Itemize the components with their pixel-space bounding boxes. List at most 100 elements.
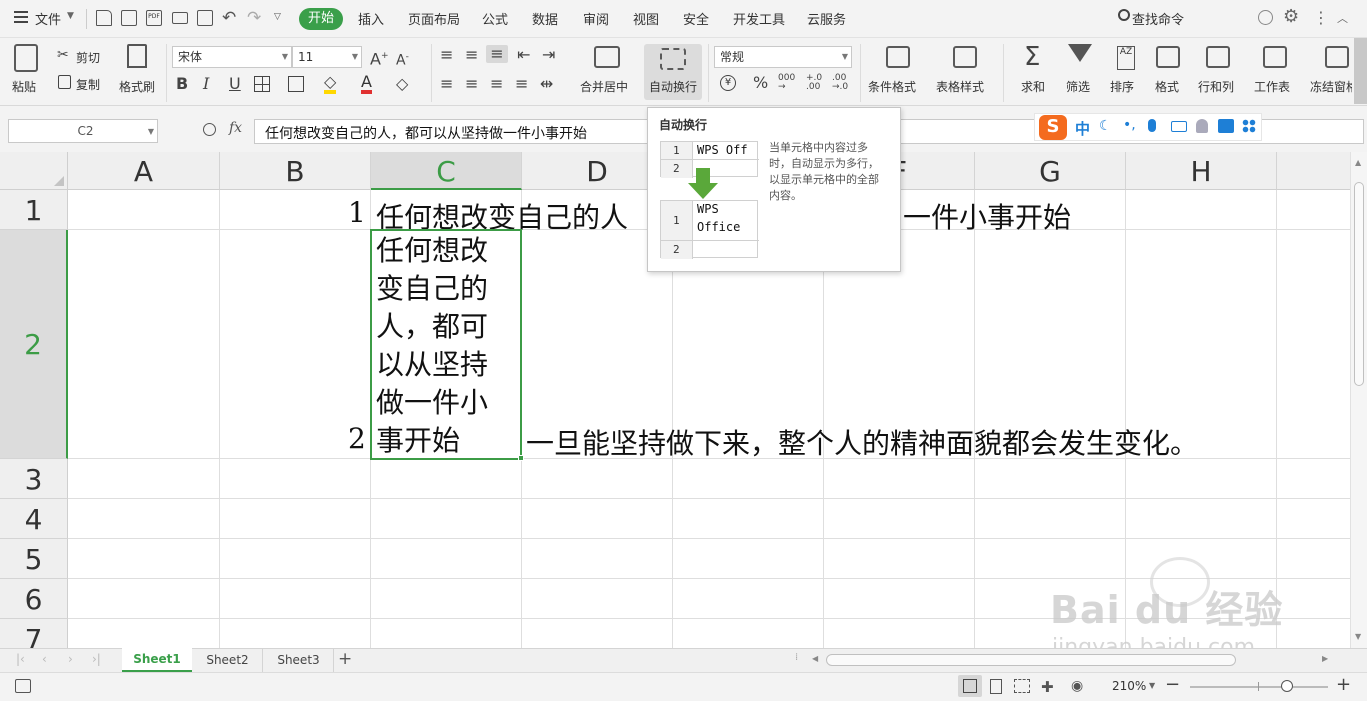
page-break-view-icon[interactable] (1014, 679, 1030, 693)
scroll-down-icon[interactable]: ▼ (1355, 632, 1361, 641)
select-all-corner[interactable] (0, 152, 68, 190)
zoom-formula-icon[interactable] (203, 123, 216, 136)
justify-icon[interactable]: ≡ (515, 75, 528, 93)
more-icon[interactable]: ⋮ (1313, 8, 1329, 27)
print-icon[interactable] (172, 12, 188, 24)
vertical-scrollbar[interactable]: ▲ ▼ (1350, 152, 1367, 648)
tab-insert[interactable]: 插入 (358, 9, 384, 28)
tab-developer[interactable]: 开发工具 (733, 9, 785, 28)
italic-button[interactable]: I (203, 75, 209, 93)
hamburger-icon[interactable] (14, 11, 28, 23)
last-sheet-icon[interactable]: ›| (92, 652, 101, 666)
tab-formulas[interactable]: 公式 (482, 9, 508, 28)
tab-data[interactable]: 数据 (532, 9, 558, 28)
microphone-icon[interactable] (1148, 119, 1156, 132)
paste-button[interactable]: 粘贴 (12, 78, 36, 95)
font-color-icon[interactable]: A (361, 74, 372, 94)
align-left-icon[interactable]: ≡ (440, 75, 453, 93)
eye-protection-icon[interactable]: ◉ (1071, 678, 1083, 694)
column-header-i[interactable] (1277, 152, 1350, 190)
thousands-icon[interactable]: 000 → (778, 74, 795, 92)
currency-icon[interactable]: ¥ (720, 75, 736, 91)
fill-pattern-icon[interactable] (288, 76, 304, 92)
number-format-select[interactable]: 常规 ▼ (714, 46, 852, 68)
column-header-a[interactable]: A (68, 152, 220, 190)
increase-font-icon[interactable]: A+ (370, 47, 389, 68)
row-header-6[interactable]: 6 (0, 579, 68, 619)
row-header-2[interactable]: 2 (0, 230, 68, 459)
search-command[interactable]: 查找命令 (1132, 9, 1184, 28)
open-icon[interactable] (96, 10, 112, 26)
clear-icon[interactable]: ◇ (396, 74, 408, 93)
tab-view[interactable]: 视图 (633, 9, 659, 28)
merge-center-button[interactable]: 合并居中 (580, 78, 628, 95)
paste-icon[interactable] (14, 44, 38, 72)
align-top-icon[interactable]: ≡ (440, 46, 453, 64)
moon-icon[interactable]: ☾ (1099, 118, 1112, 134)
normal-view-icon[interactable] (958, 675, 982, 697)
zoom-in-button[interactable]: + (1336, 674, 1351, 695)
align-right-icon[interactable]: ≡ (490, 75, 503, 93)
distribute-icon[interactable]: ⇹ (540, 75, 553, 93)
redo-icon[interactable]: ↷ (247, 8, 261, 28)
percent-button[interactable]: % (753, 74, 768, 92)
tab-page-layout[interactable]: 页面布局 (408, 9, 460, 28)
font-name-select[interactable]: 宋体 ▼ (172, 46, 292, 68)
row-header-7[interactable]: 7 (0, 619, 68, 648)
next-sheet-icon[interactable]: › (68, 652, 73, 666)
fill-color-icon[interactable]: ◇ (324, 74, 337, 94)
undo-icon[interactable]: ↶ (222, 8, 236, 28)
feedback-icon[interactable] (1258, 10, 1273, 25)
skin-icon[interactable] (1218, 119, 1234, 133)
border-icon[interactable] (254, 76, 270, 92)
tab-security[interactable]: 安全 (683, 9, 709, 28)
decrease-decimal-icon[interactable]: .00 →.0 (832, 74, 848, 92)
bold-button[interactable]: B (176, 75, 188, 93)
freeze-button[interactable]: 冻结窗格 (1310, 78, 1352, 95)
keyboard-icon[interactable] (1171, 121, 1187, 132)
fx-icon[interactable]: fx (229, 120, 242, 136)
row-header-3[interactable]: 3 (0, 459, 68, 499)
conditional-format-button[interactable]: 条件格式 (868, 78, 916, 95)
row-header-1[interactable]: 1 (0, 190, 68, 230)
increase-decimal-icon[interactable]: +.0.00 (806, 74, 822, 92)
row-header-5[interactable]: 5 (0, 539, 68, 579)
macro-record-icon[interactable] (15, 679, 31, 693)
scroll-thumb[interactable] (1354, 182, 1364, 386)
zoom-out-button[interactable]: − (1165, 674, 1180, 695)
align-center-icon[interactable]: ≡ (465, 75, 478, 93)
file-menu[interactable]: 文件 (35, 9, 61, 28)
column-header-h[interactable]: H (1126, 152, 1277, 190)
user-icon[interactable] (1196, 119, 1208, 133)
format-button[interactable]: 格式 (1155, 78, 1179, 95)
increase-indent-icon[interactable]: ⇥ (542, 46, 555, 64)
worksheet-button[interactable]: 工作表 (1254, 78, 1290, 95)
gear-icon[interactable]: ⚙ (1283, 6, 1299, 27)
tab-home[interactable]: 开始 (299, 8, 343, 30)
table-style-button[interactable]: 表格样式 (936, 78, 984, 95)
sort-button[interactable]: 排序 (1110, 78, 1134, 95)
punctuation-icon[interactable]: •, (1123, 117, 1136, 133)
collapse-ribbon-icon[interactable]: ︿ (1337, 10, 1348, 26)
decrease-font-icon[interactable]: A- (396, 48, 409, 70)
tab-cloud[interactable]: 云服务 (807, 9, 846, 28)
export-pdf-icon[interactable]: PDF (146, 10, 162, 26)
sum-button[interactable]: 求和 (1021, 78, 1045, 95)
ime-chinese-mode[interactable]: 中 (1075, 118, 1090, 139)
print-preview-icon[interactable] (197, 10, 213, 26)
column-header-b[interactable]: B (220, 152, 371, 190)
row-col-button[interactable]: 行和列 (1198, 78, 1234, 95)
font-size-select[interactable]: 11 ▼ (292, 46, 362, 68)
add-sheet-button[interactable]: + (338, 649, 352, 669)
column-header-g[interactable]: G (975, 152, 1126, 190)
save-icon[interactable] (121, 10, 137, 26)
column-header-c[interactable]: C (371, 152, 522, 190)
sheet-tab-sheet2[interactable]: Sheet2 (193, 649, 263, 672)
align-middle-icon[interactable]: ≡ (465, 46, 478, 64)
reading-mode-icon[interactable]: ✚ (1041, 678, 1054, 696)
scroll-left-icon[interactable]: ◀ (812, 654, 818, 663)
first-sheet-icon[interactable]: |‹ (16, 652, 25, 666)
sheet-tab-sheet1[interactable]: Sheet1 (122, 648, 192, 672)
search-icon[interactable] (1118, 9, 1130, 21)
ribbon-scrollbar[interactable] (1354, 38, 1367, 104)
